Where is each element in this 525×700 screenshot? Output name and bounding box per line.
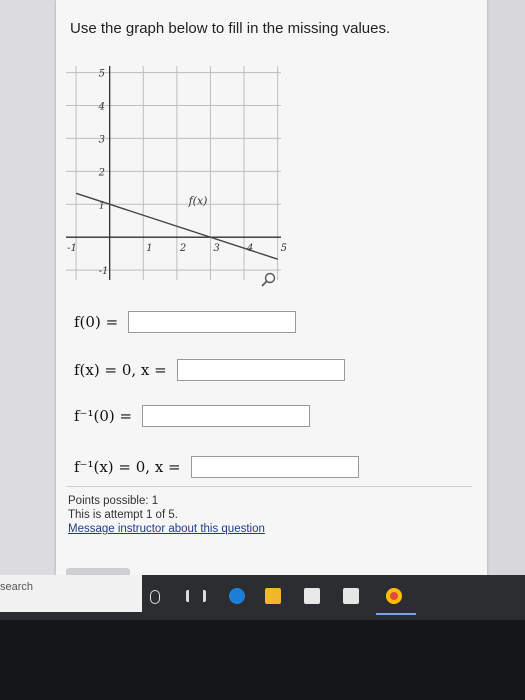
y-tick-label: -1: [99, 266, 109, 277]
equation-row-fx-zero: f(x) = 0, x =: [74, 359, 345, 381]
question-prompt: Use the graph below to fill in the missi…: [70, 20, 391, 37]
attempt-count: This is attempt 1 of 5.: [68, 509, 178, 521]
taskbar: search: [0, 575, 525, 620]
answer-input-f0[interactable]: [128, 311, 297, 333]
screen-bezel: [0, 620, 525, 700]
submit-button-partial[interactable]: [66, 568, 130, 575]
y-tick-label: 5: [99, 69, 105, 80]
x-tick-label: 2: [179, 243, 186, 254]
y-tick-label: 3: [99, 134, 105, 145]
equation-row-f0: f(0) =: [74, 311, 297, 333]
taskbar-search[interactable]: search: [0, 575, 142, 612]
attempt-info: Points possible: 1 This is attempt 1 of …: [68, 494, 265, 536]
equation-label: f⁻¹(0) =: [74, 407, 133, 425]
right-background: [487, 0, 525, 575]
chrome-icon[interactable]: [386, 588, 402, 604]
message-instructor-link[interactable]: Message instructor about this question: [68, 522, 265, 536]
equation-row-finvx-zero: f⁻¹(x) = 0, x =: [74, 456, 359, 478]
points-possible: Points possible: 1: [68, 495, 159, 507]
search-placeholder: search: [0, 581, 34, 593]
y-tick-label: 2: [98, 167, 105, 178]
folder-icon[interactable]: [265, 588, 281, 604]
edge-icon[interactable]: [229, 588, 245, 604]
function-graph: -1 1 2 3 4 554321-1 f(x): [66, 66, 287, 287]
equation-label: f(x) = 0, x =: [74, 361, 167, 379]
store-icon[interactable]: [304, 588, 320, 604]
magnifier-icon[interactable]: [261, 272, 276, 287]
question-card: Use the graph below to fill in the missi…: [56, 0, 487, 575]
function-label: f(x): [188, 194, 208, 207]
microphone-icon[interactable]: [150, 590, 160, 604]
x-tick-label: -1: [67, 243, 77, 254]
answer-input-finv0[interactable]: [142, 405, 311, 427]
mail-icon[interactable]: [343, 588, 359, 604]
task-view-icon[interactable]: [186, 590, 206, 602]
info-divider: [66, 486, 472, 487]
answer-input-fx-zero[interactable]: [176, 359, 345, 381]
left-background: [0, 0, 56, 575]
x-tick-label: 3: [213, 243, 219, 254]
equation-label: f⁻¹(x) = 0, x =: [74, 458, 181, 476]
y-tick-label: 4: [98, 102, 105, 113]
equation-row-finv0: f⁻¹(0) =: [74, 405, 311, 427]
x-tick-label: 5: [281, 243, 287, 254]
x-tick-label: 1: [146, 243, 152, 254]
equation-label: f(0) =: [74, 313, 119, 331]
active-app-indicator: [376, 613, 416, 615]
answer-input-finvx-zero[interactable]: [190, 456, 359, 478]
